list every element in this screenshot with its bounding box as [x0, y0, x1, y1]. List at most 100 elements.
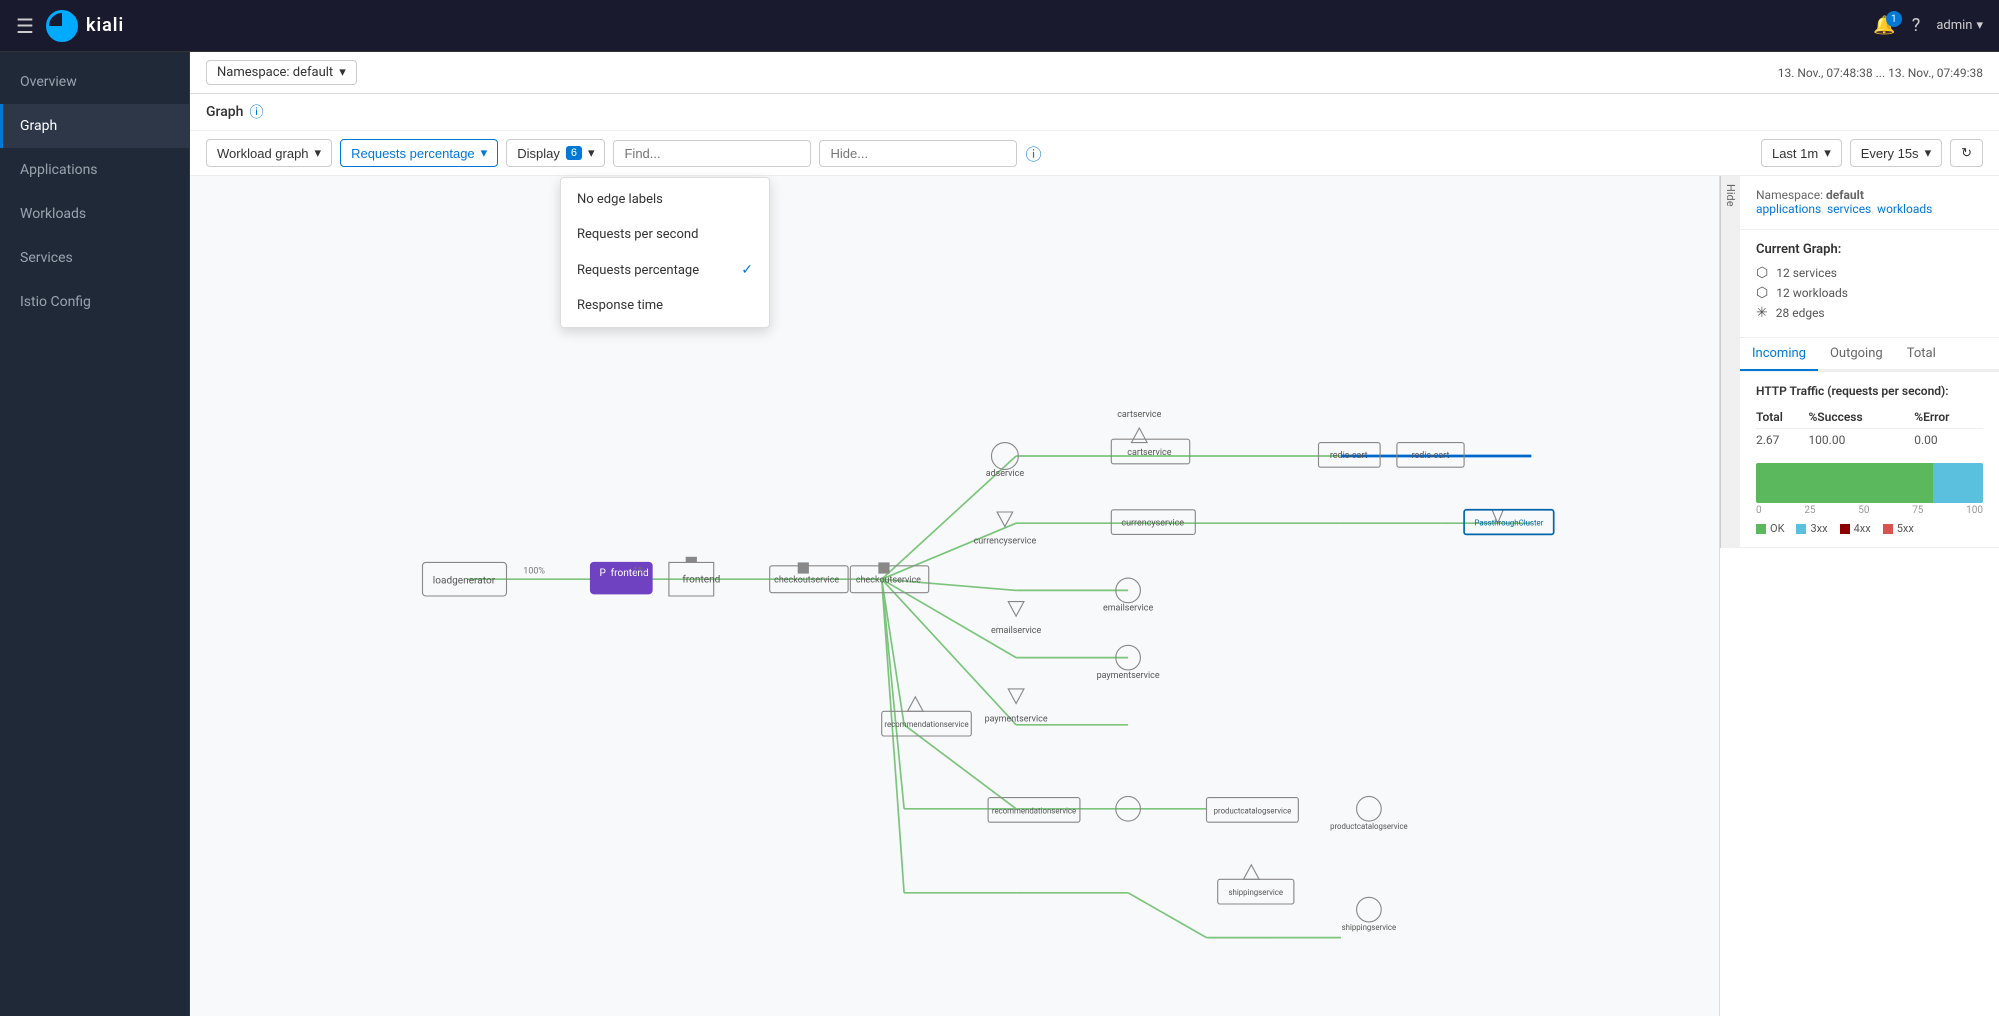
namespace-section: Namespace: default applications, service… — [1740, 176, 1999, 230]
traffic-table: Total %Success %Error 2.67 100.00 — [1756, 406, 1983, 451]
svg-text:currencyservice: currencyservice — [974, 536, 1037, 546]
graph-title: Graph — [206, 104, 243, 120]
graph-workloads-count: ⬡ 12 workloads — [1756, 285, 1983, 301]
sidebar: Overview Graph Applications Workloads Se… — [0, 52, 190, 1016]
requests-percentage-chevron: ▾ — [481, 145, 488, 161]
sidebar-item-overview[interactable]: Overview — [0, 60, 189, 104]
namespace-label: Namespace: default — [217, 65, 333, 80]
svg-text:frontend: frontend — [682, 574, 720, 586]
graph-canvas[interactable]: loadgenerator P frontend frontend checko… — [190, 176, 1719, 1016]
toolbar-right: Last 1m ▾ Every 15s ▾ ↻ — [1761, 139, 1983, 167]
every-time-chevron: ▾ — [1925, 145, 1932, 161]
dropdown-item-no-edge-labels[interactable]: No edge labels — [561, 182, 769, 217]
svg-text:cartservice: cartservice — [1117, 410, 1161, 420]
namespace-section-label: Namespace: default — [1756, 188, 1983, 202]
dropdown-item-response-time[interactable]: Response time — [561, 288, 769, 323]
graph-toolbar: Workload graph ▾ Requests percentage ▾ D… — [190, 131, 1999, 176]
legend-ok-color — [1756, 524, 1766, 534]
val-total: 2.67 — [1756, 429, 1808, 452]
top-navigation: ☰ kiali 🔔 1 ? admin ▾ — [0, 0, 1999, 52]
user-name: admin — [1936, 18, 1972, 33]
display-chevron: ▾ — [588, 145, 595, 161]
val-error: 0.00 — [1914, 429, 1983, 452]
svg-text:PassthroughCluster: PassthroughCluster — [1474, 518, 1543, 527]
graph-services-count: ⬡ 12 services — [1756, 265, 1983, 281]
workload-graph-button[interactable]: Workload graph ▾ — [206, 139, 332, 167]
main-content: Namespace: default ▾ 13. Nov., 07:48:38 … — [190, 52, 1999, 1016]
edge-labels-dropdown: No edge labels Requests per second Reque… — [560, 177, 770, 328]
tab-total[interactable]: Total — [1895, 338, 1948, 371]
svg-text:emailservice: emailservice — [1103, 604, 1154, 614]
svg-text:emailservice: emailservice — [991, 626, 1042, 636]
svg-text:P: P — [599, 568, 605, 579]
svg-text:paymentservice: paymentservice — [985, 714, 1048, 724]
sidebar-item-services[interactable]: Services — [0, 236, 189, 280]
namespace-selector[interactable]: Namespace: default ▾ — [206, 60, 357, 85]
svg-text:shippingservice: shippingservice — [1229, 888, 1284, 897]
current-graph-title: Current Graph: — [1756, 242, 1983, 257]
svg-text:redis-cart: redis-cart — [1330, 451, 1368, 461]
applications-link[interactable]: applications — [1756, 202, 1821, 216]
help-icon[interactable]: ? — [1912, 15, 1921, 36]
right-panel: Hide Namespace: default applications, se… — [1719, 176, 1999, 1016]
date-range: 13. Nov., 07:48:38 ... 13. Nov., 07:49:3… — [1778, 66, 1983, 80]
col-total: Total — [1756, 406, 1808, 429]
dropdown-item-requests-per-second[interactable]: Requests per second — [561, 217, 769, 252]
svg-text:productcatalogservice: productcatalogservice — [1330, 822, 1408, 831]
topnav-right-actions: 🔔 1 ? admin ▾ — [1873, 15, 1983, 36]
refresh-button[interactable]: ↻ — [1950, 139, 1983, 167]
bar-chart-axis: 0 25 50 75 100 — [1756, 505, 1983, 516]
app-layout: Overview Graph Applications Workloads Se… — [0, 52, 1999, 1016]
display-count-badge: 6 — [566, 146, 582, 160]
find-input[interactable] — [613, 140, 811, 167]
namespace-chevron: ▾ — [339, 65, 346, 80]
services-link[interactable]: services — [1827, 202, 1871, 216]
graph-info-icon[interactable]: ⓘ — [249, 102, 263, 122]
traffic-section: HTTP Traffic (requests per second): Tota… — [1740, 372, 1999, 548]
check-mark-icon: ✓ — [741, 262, 753, 278]
svg-text:loadgenerator: loadgenerator — [433, 576, 496, 587]
requests-percentage-button[interactable]: Requests percentage ▾ — [340, 139, 498, 167]
legend-3xx: 3xx — [1796, 522, 1827, 535]
svg-text:paymentservice: paymentservice — [1097, 671, 1160, 681]
sidebar-item-applications[interactable]: Applications — [0, 148, 189, 192]
sidebar-item-workloads[interactable]: Workloads — [0, 192, 189, 236]
bar-chart — [1756, 463, 1983, 503]
user-dropdown-chevron: ▾ — [1976, 18, 1983, 33]
notification-bell[interactable]: 🔔 1 — [1873, 15, 1895, 36]
display-button[interactable]: Display 6 ▾ — [506, 139, 605, 167]
hide-info-icon[interactable]: ⓘ — [1025, 141, 1041, 165]
current-graph-section: Current Graph: ⬡ 12 services ⬡ 12 worklo… — [1740, 230, 1999, 338]
last-time-button[interactable]: Last 1m ▾ — [1761, 139, 1842, 167]
graph-svg: loadgenerator P frontend frontend checko… — [190, 176, 1719, 1016]
namespace-links: applications, services, workloads — [1756, 202, 1983, 217]
hide-input[interactable] — [819, 140, 1017, 167]
tab-outgoing[interactable]: Outgoing — [1818, 338, 1895, 371]
table-row: 2.67 100.00 0.00 — [1756, 429, 1983, 452]
bar-3xx-segment — [1933, 463, 1983, 503]
tab-incoming[interactable]: Incoming — [1740, 338, 1818, 371]
col-success: %Success — [1808, 406, 1914, 429]
sidebar-item-istio-config[interactable]: Istio Config — [0, 280, 189, 324]
graph-edges-count: ✳ 28 edges — [1756, 305, 1983, 321]
bar-chart-container: 0 25 50 75 100 OK — [1756, 463, 1983, 535]
hide-panel-button[interactable]: Hide — [1720, 176, 1740, 548]
dropdown-item-requests-percentage[interactable]: Requests percentage ✓ — [561, 252, 769, 288]
svg-text:1%: 1% — [633, 567, 645, 577]
bar-legend: OK 3xx 4xx — [1756, 522, 1983, 535]
user-menu[interactable]: admin ▾ — [1936, 18, 1983, 33]
sidebar-item-graph[interactable]: Graph — [0, 104, 189, 148]
svg-text:recommendationservice: recommendationservice — [884, 720, 968, 729]
logo: kiali — [46, 10, 124, 42]
svg-text:shippingservice: shippingservice — [1342, 923, 1397, 932]
panel-tabs: Incoming Outgoing Total — [1740, 338, 1999, 371]
every-time-button[interactable]: Every 15s ▾ — [1850, 139, 1942, 167]
hamburger-menu[interactable]: ☰ — [16, 14, 34, 38]
workloads-link[interactable]: workloads — [1877, 202, 1932, 216]
notification-badge: 1 — [1886, 11, 1902, 27]
legend-5xx-color — [1883, 524, 1893, 534]
legend-ok: OK — [1756, 522, 1784, 535]
col-error: %Error — [1914, 406, 1983, 429]
legend-4xx-color — [1840, 524, 1850, 534]
svg-text:recommendationservice: recommendationservice — [992, 806, 1076, 815]
